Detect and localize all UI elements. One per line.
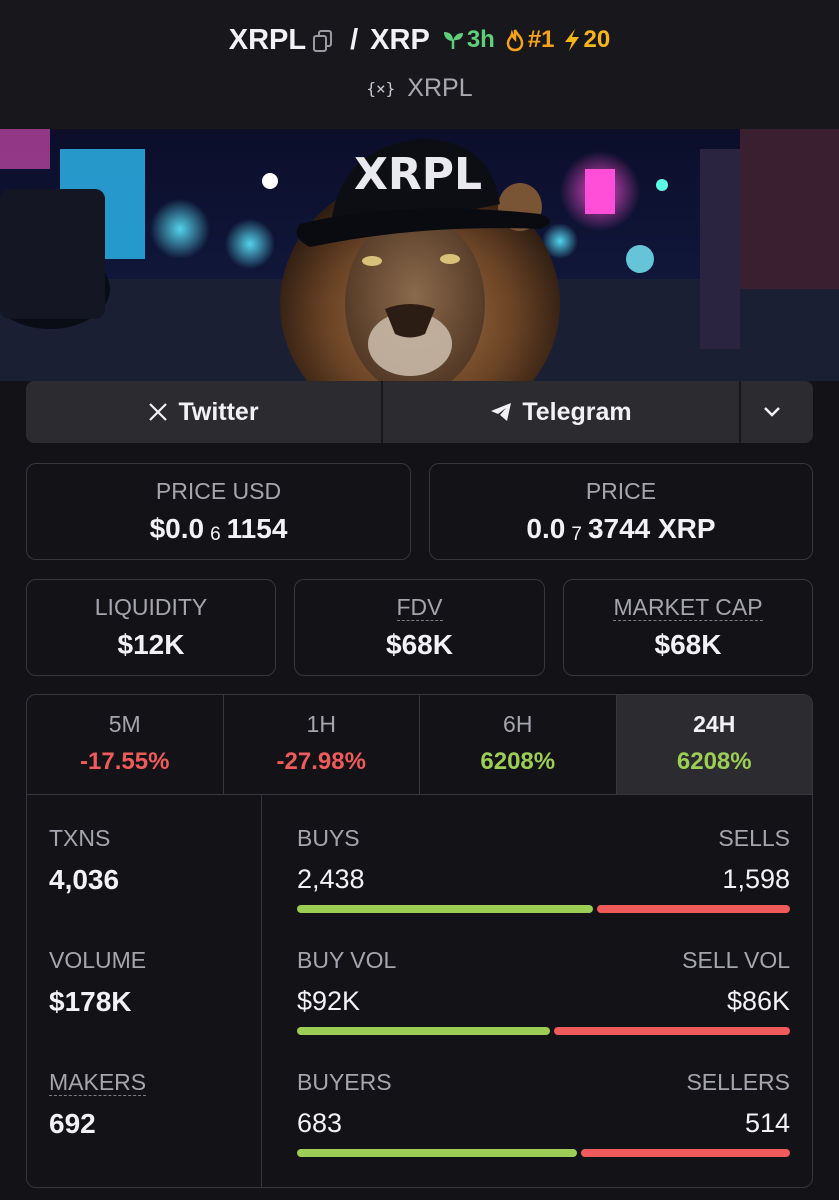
sellers-bar-fill [581, 1149, 790, 1157]
price-usd-value: $0.0 6 1154 [149, 513, 288, 545]
buyers-sellers-row: BUYERS SELLERS 683 514 [297, 1069, 790, 1139]
buys-value: 2,438 [297, 864, 365, 894]
age-badge: 3h [442, 26, 495, 54]
price-native-value: 0.0 7 3744 XRP [526, 513, 716, 545]
buy-vol-bar-fill [297, 1027, 550, 1035]
tab-5m[interactable]: 5M -17.55% [27, 695, 224, 794]
timeframe-tabs: 5M -17.55% 1H -27.98% 6H 6208% 24H 6208% [27, 695, 812, 795]
tab-6h-label: 6H [503, 711, 533, 737]
sells-value: 1,598 [722, 864, 790, 894]
makers-value: 692 [49, 1108, 96, 1139]
price-usd-label: PRICE USD [155, 478, 282, 504]
copy-icon[interactable] [312, 28, 334, 52]
age-text: 3h [466, 26, 495, 53]
tab-6h-change: 6208% [480, 748, 556, 775]
liquidity-label: LIQUIDITY [94, 594, 208, 620]
stats-panel: 5M -17.55% 1H -27.98% 6H 6208% 24H 6208%… [26, 694, 813, 1188]
buys-sells-row: BUYS SELLS 2,438 1,598 [297, 825, 790, 895]
twitter-button[interactable]: Twitter [26, 381, 383, 443]
twitter-label: Twitter [178, 397, 259, 426]
pair-header: XRPL / XRP 3h #1 20 {×} XRPL [0, 0, 839, 129]
volume-bar [297, 1027, 790, 1035]
quote-symbol: XRP [370, 23, 430, 56]
rank-text: #1 [527, 26, 555, 53]
price-native-label: PRICE [585, 478, 657, 504]
fdv-label: FDV [396, 594, 443, 621]
txns-value: 4,036 [49, 864, 120, 895]
liquidity-value: $12K [117, 629, 185, 660]
tab-1h[interactable]: 1H -27.98% [224, 695, 420, 794]
chain-icon: {×} [366, 78, 396, 98]
chain-name: XRPL [407, 73, 473, 102]
price-native-card: PRICE 0.0 7 3744 XRP [429, 463, 813, 560]
boost-badge[interactable]: 20 [563, 26, 611, 54]
flame-icon [506, 29, 524, 52]
sellers-value: 514 [744, 1108, 790, 1138]
pair-title: XRPL / XRP 3h #1 20 [0, 22, 839, 58]
buyers-bar-fill [297, 1149, 577, 1157]
volume-label: VOLUME [49, 947, 147, 973]
chevron-down-icon [764, 407, 780, 417]
base-symbol: XRPL [228, 23, 307, 56]
buys-label: BUYS [297, 825, 360, 851]
telegram-button[interactable]: Telegram [383, 381, 741, 443]
tab-5m-change: -17.55% [80, 748, 170, 775]
tab-6h[interactable]: 6H 6208% [420, 695, 617, 794]
sells-label: SELLS [718, 825, 790, 851]
market-cap-value: $68K [654, 629, 722, 660]
sell-vol-value: $86K [726, 986, 790, 1016]
totals-column: TXNS 4,036 VOLUME $178K MAKERS 692 [27, 795, 262, 1187]
volume-value: $178K [49, 986, 132, 1017]
buys-sells-bar [297, 905, 790, 913]
sells-bar-fill [597, 905, 790, 913]
buyers-value: 683 [297, 1108, 343, 1138]
fdv-card[interactable]: FDV $68K [294, 579, 545, 676]
telegram-label: Telegram [522, 397, 632, 426]
x-logo-icon [149, 403, 168, 421]
lightning-icon [564, 29, 579, 51]
market-cap-card[interactable]: MARKET CAP $68K [563, 579, 813, 676]
buyers-label: BUYERS [297, 1069, 392, 1095]
makers-label: MAKERS [49, 1069, 147, 1096]
more-links-button[interactable] [741, 381, 813, 443]
sell-vol-bar-fill [554, 1027, 790, 1035]
tab-24h-label: 24H [693, 711, 736, 737]
fdv-value: $68K [386, 629, 453, 660]
buy-vol-value: $92K [297, 986, 361, 1016]
sell-vol-label: SELL VOL [682, 947, 790, 973]
buys-bar-fill [297, 905, 593, 913]
telegram-icon [491, 403, 512, 421]
txns-label: TXNS [49, 825, 111, 851]
chain-row: {×} XRPL [0, 72, 839, 104]
tab-24h[interactable]: 24H 6208% [616, 695, 812, 794]
buyers-bar [297, 1149, 790, 1157]
token-banner-image: XRPL [0, 129, 839, 381]
makers-stat[interactable]: MAKERS 692 [49, 1069, 147, 1140]
boost-text: 20 [583, 26, 611, 53]
volume-stat: VOLUME $178K [49, 947, 146, 1018]
market-cap-label: MARKET CAP [613, 594, 763, 621]
liquidity-card: LIQUIDITY $12K [26, 579, 276, 676]
social-links-bar: Twitter Telegram [26, 381, 813, 443]
txns-stat: TXNS 4,036 [49, 825, 119, 896]
buy-vol-label: BUY VOL [297, 947, 397, 973]
banner-cap-text: XRPL [354, 149, 482, 200]
sellers-label: SELLERS [686, 1069, 790, 1095]
pair-separator: / [350, 23, 359, 56]
tab-24h-change: 6208% [676, 748, 752, 775]
sprout-icon [443, 32, 463, 49]
rank-badge[interactable]: #1 [505, 26, 555, 54]
buyvol-sellvol-row: BUY VOL SELL VOL $92K $86K [297, 947, 790, 1017]
price-usd-card: PRICE USD $0.0 6 1154 [26, 463, 411, 560]
tab-1h-change: -27.98% [276, 748, 366, 775]
tab-5m-label: 5M [108, 711, 141, 737]
tab-1h-label: 1H [306, 711, 336, 737]
